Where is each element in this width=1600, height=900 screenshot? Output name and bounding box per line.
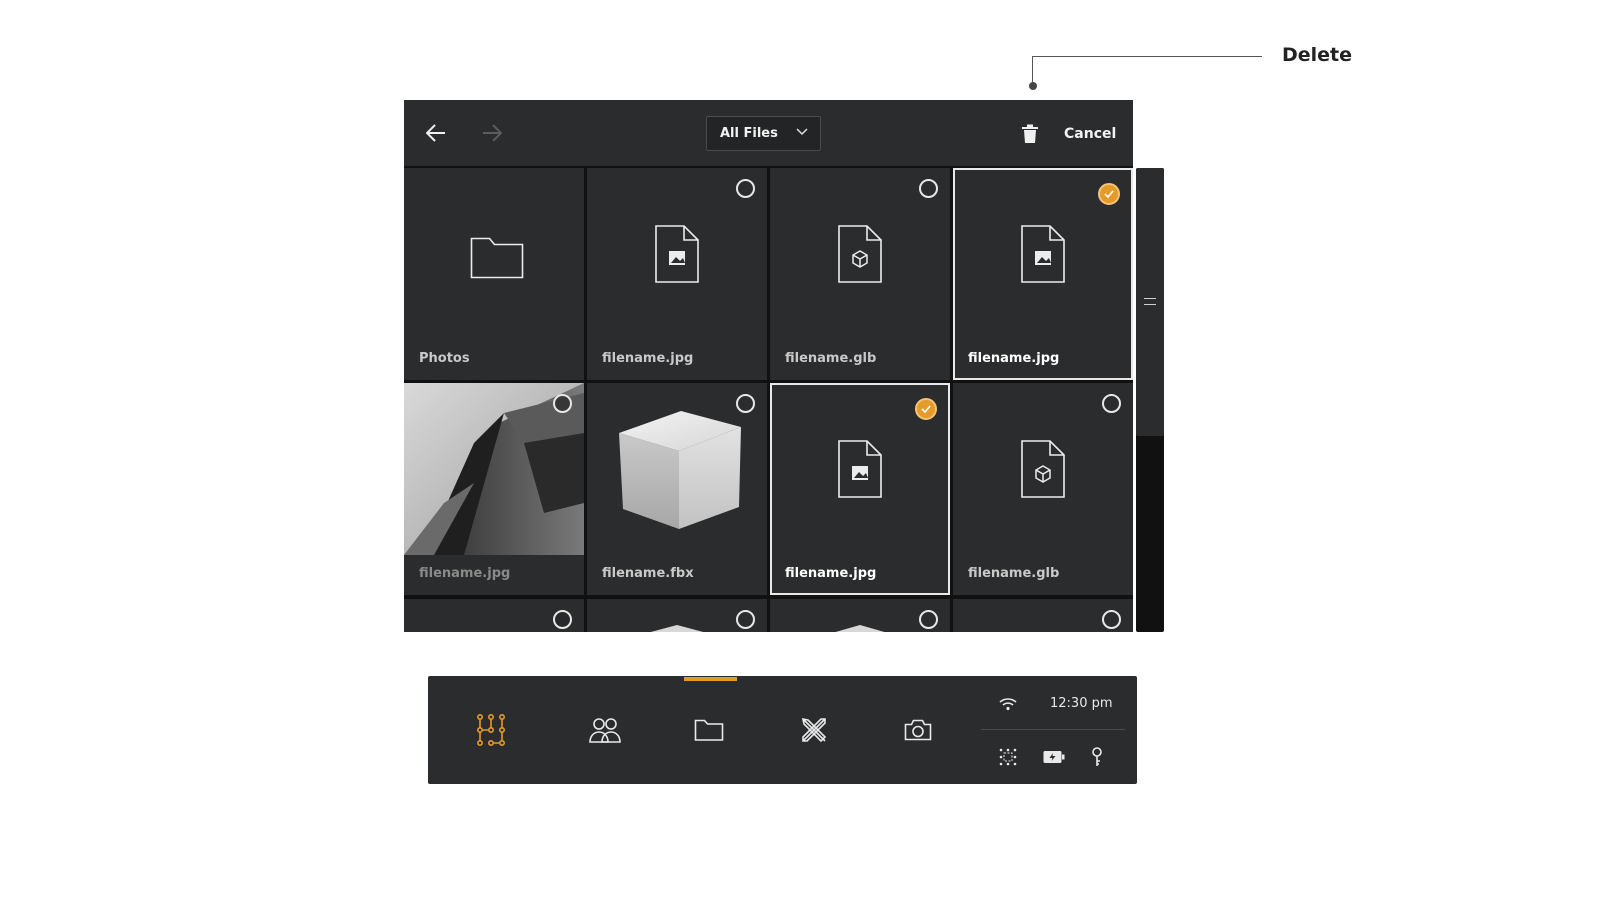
select-radio[interactable] <box>736 610 755 629</box>
key-status[interactable] <box>1089 746 1105 768</box>
wifi-icon <box>999 698 1017 711</box>
select-radio-checked[interactable] <box>915 398 937 420</box>
file-tile[interactable] <box>587 599 767 632</box>
key-icon <box>1092 747 1102 766</box>
folder-icon <box>470 237 524 279</box>
dock-item-people[interactable] <box>585 712 625 748</box>
scrollbar-thumb[interactable] <box>1136 168 1164 436</box>
active-tab-indicator <box>684 677 737 681</box>
scrollbar[interactable] <box>1136 168 1164 632</box>
file-label: filename.glb <box>968 566 1060 581</box>
file-label: filename.jpg <box>785 566 877 581</box>
file-tile[interactable]: filename.fbx <box>587 383 767 595</box>
file-label: filename.glb <box>785 351 877 366</box>
status-divider <box>981 729 1125 730</box>
file-tile[interactable] <box>953 599 1133 632</box>
select-radio[interactable] <box>1102 394 1121 413</box>
file-label: filename.jpg <box>602 351 694 366</box>
select-radio-checked[interactable] <box>1098 183 1120 205</box>
file-tile-selected[interactable]: filename.jpg <box>953 168 1133 380</box>
select-radio[interactable] <box>553 394 572 413</box>
clock: 12:30 pm <box>1050 696 1113 711</box>
file-tile[interactable]: filename.jpg <box>587 168 767 380</box>
select-radio[interactable] <box>736 179 755 198</box>
grid-scan-icon <box>999 748 1017 766</box>
network-nodes-icon <box>476 714 505 746</box>
file-tile[interactable]: filename.glb <box>953 383 1133 595</box>
dock-item-files[interactable] <box>689 712 729 748</box>
file-label: filename.jpg <box>968 351 1060 366</box>
photo-tile[interactable]: filename.jpg <box>404 383 584 595</box>
chevron-down-icon <box>796 128 808 136</box>
select-radio[interactable] <box>919 610 938 629</box>
photo-tile[interactable] <box>404 599 584 632</box>
battery-charging-icon <box>1043 751 1065 763</box>
wifi-status <box>998 696 1018 712</box>
file-filter-value: All Files <box>720 126 778 141</box>
forward-button[interactable] <box>477 118 507 148</box>
select-radio[interactable] <box>1102 610 1121 629</box>
callout-line-horizontal <box>1032 56 1262 57</box>
grip-icon <box>1144 298 1156 305</box>
cube-thumbnail <box>835 625 885 632</box>
image-file-icon <box>838 440 882 498</box>
tools-icon <box>801 717 827 743</box>
back-button[interactable] <box>421 118 451 148</box>
arrow-right-icon <box>483 124 502 142</box>
file-tile-selected[interactable]: filename.jpg <box>770 383 950 595</box>
check-icon <box>921 405 931 413</box>
cube-thumbnail <box>650 625 704 632</box>
file-filter-select[interactable]: All Files <box>706 116 821 151</box>
select-radio[interactable] <box>919 179 938 198</box>
cancel-button[interactable]: Cancel <box>1064 126 1116 142</box>
file-label: filename.jpg <box>419 566 511 581</box>
toolbar: All Files Cancel <box>404 100 1133 166</box>
file-label: Photos <box>419 351 470 366</box>
people-icon <box>589 718 621 743</box>
battery-status <box>1042 748 1066 766</box>
folder-icon <box>694 719 724 741</box>
cube-thumbnail <box>619 411 741 529</box>
select-radio[interactable] <box>736 394 755 413</box>
arrow-left-icon <box>426 124 445 142</box>
file-tile[interactable] <box>770 599 950 632</box>
callout-dot <box>1029 82 1037 90</box>
file-tile[interactable]: filename.glb <box>770 168 950 380</box>
folder-tile[interactable]: Photos <box>404 168 584 380</box>
trash-icon <box>1022 124 1038 143</box>
image-file-icon <box>1021 225 1065 283</box>
callout-label: Delete <box>1282 44 1353 66</box>
delete-button[interactable] <box>1021 124 1043 148</box>
grid-scan-status[interactable] <box>998 747 1018 767</box>
dock-item-camera[interactable] <box>898 712 938 748</box>
3d-file-icon <box>1021 440 1065 498</box>
camera-icon <box>904 719 932 741</box>
3d-file-icon <box>838 225 882 283</box>
image-file-icon <box>655 225 699 283</box>
check-icon <box>1104 190 1114 198</box>
file-label: filename.fbx <box>602 566 694 581</box>
select-radio[interactable] <box>553 610 572 629</box>
file-browser: All Files Cancel Photos filename.jpg fil… <box>404 100 1133 632</box>
dock-item-network[interactable] <box>471 712 511 748</box>
bottom-dock: 12:30 pm <box>428 676 1137 784</box>
dock-item-tools[interactable] <box>794 712 834 748</box>
